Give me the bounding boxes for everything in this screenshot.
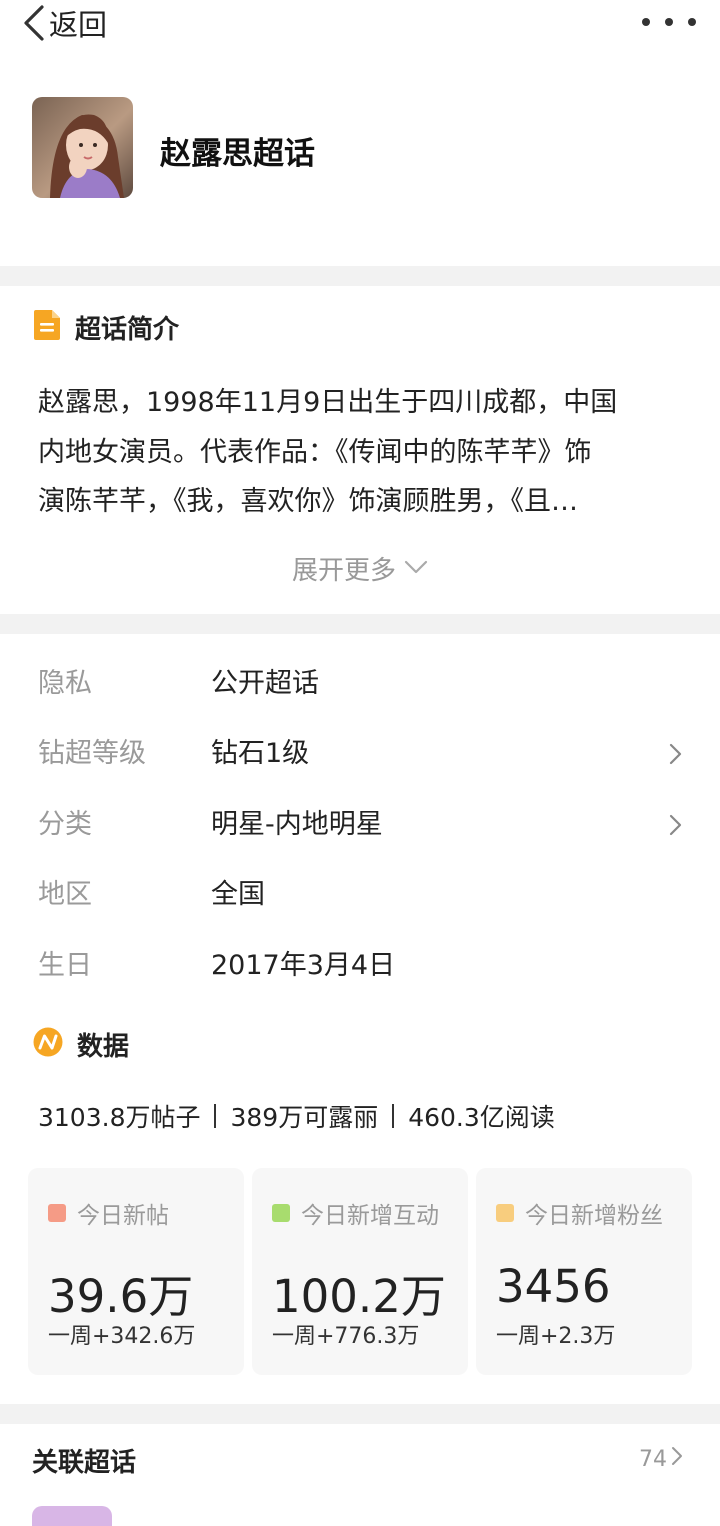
chevron-left-icon bbox=[22, 5, 46, 41]
stat-card-value: 39.6万 bbox=[48, 1270, 194, 1323]
more-horizontal-icon[interactable] bbox=[642, 8, 696, 36]
chevron-right-icon bbox=[668, 743, 682, 769]
stat-card-new-posts: 今日新帖 39.6万 一周+342.6万 bbox=[28, 1168, 244, 1375]
stat-card-week: 一周+2.3万 bbox=[496, 1324, 616, 1349]
topic-avatar[interactable] bbox=[32, 97, 133, 198]
intro-line: 演陈芊芊，《我，喜欢你》饰演顾胜男，《且… bbox=[38, 486, 578, 517]
info-value: 全国 bbox=[211, 879, 265, 910]
stat-card-header: 今日新增粉丝 bbox=[496, 1196, 663, 1230]
expand-more-label: 展开更多 bbox=[291, 556, 396, 586]
chevron-right-icon bbox=[667, 1446, 683, 1472]
section-divider bbox=[0, 1404, 720, 1424]
stat-card-label: 今日新帖 bbox=[77, 1203, 169, 1229]
related-topics-count: 74 bbox=[639, 1446, 667, 1472]
intro-line: 内地女演员。代表作品：《传闻中的陈芊芊》饰 bbox=[38, 436, 592, 468]
stats-title: 数据 bbox=[77, 1031, 130, 1062]
info-value: 公开超话 bbox=[211, 668, 319, 699]
back-button[interactable]: 返回 bbox=[22, 4, 107, 42]
intro-header: 超话简介 bbox=[33, 309, 179, 345]
stat-card-label: 今日新增互动 bbox=[301, 1203, 439, 1229]
intro-text: 赵露思，1998年11月9日出生于四川成都，中国 内地女演员。代表作品：《传闻中… bbox=[38, 378, 678, 527]
data-trend-icon bbox=[33, 1027, 63, 1061]
info-row-privacy: 隐私 公开超话 bbox=[0, 659, 720, 709]
related-topics-title: 关联超话 bbox=[32, 1448, 137, 1478]
related-topics-more[interactable]: 74 bbox=[639, 1446, 683, 1472]
color-square-icon bbox=[48, 1204, 66, 1222]
stat-card-header: 今日新增互动 bbox=[272, 1196, 439, 1230]
topic-title: 赵露思超话 bbox=[160, 136, 315, 172]
stat-card-header: 今日新帖 bbox=[48, 1196, 169, 1230]
chevron-down-icon bbox=[396, 559, 428, 578]
summary-separator bbox=[214, 1104, 217, 1128]
stat-card-value: 100.2万 bbox=[272, 1270, 446, 1323]
info-row-category[interactable]: 分类 明星-内地明星 bbox=[0, 800, 720, 850]
summary-separator bbox=[392, 1104, 395, 1128]
info-label: 地区 bbox=[38, 879, 92, 910]
info-label: 钻超等级 bbox=[38, 738, 146, 769]
stat-card-new-fans: 今日新增粉丝 3456 一周+2.3万 bbox=[476, 1168, 692, 1375]
color-square-icon bbox=[496, 1204, 514, 1222]
stats-header: 数据 bbox=[33, 1026, 129, 1062]
info-row-birthday: 生日 2017年3月4日 bbox=[0, 941, 720, 991]
info-row-region: 地区 全国 bbox=[0, 870, 720, 920]
posts-count: 3103.8万帖子 bbox=[38, 1103, 201, 1132]
document-icon bbox=[33, 309, 61, 345]
color-square-icon bbox=[272, 1204, 290, 1222]
info-value: 钻石1级 bbox=[211, 738, 310, 769]
section-divider bbox=[0, 266, 720, 286]
stat-card-week: 一周+776.3万 bbox=[272, 1324, 420, 1349]
stat-card-week: 一周+342.6万 bbox=[48, 1324, 196, 1349]
top-bar: 返回 bbox=[0, 0, 720, 50]
related-topic-thumbnail[interactable] bbox=[32, 1506, 112, 1526]
info-value: 明星-内地明星 bbox=[211, 809, 383, 840]
expand-more-button[interactable]: 展开更多 bbox=[0, 550, 720, 587]
info-label: 生日 bbox=[38, 950, 92, 981]
intro-line: 赵露思，1998年11月9日出生于四川成都，中国 bbox=[38, 387, 618, 418]
intro-title: 超话简介 bbox=[75, 314, 180, 345]
section-divider bbox=[0, 614, 720, 634]
reads-count: 460.3亿阅读 bbox=[408, 1103, 555, 1132]
info-label: 隐私 bbox=[38, 668, 92, 699]
stats-summary: 3103.8万帖子 389万可露丽 460.3亿阅读 bbox=[38, 1098, 555, 1134]
stat-card-new-interactions: 今日新增互动 100.2万 一周+776.3万 bbox=[252, 1168, 468, 1375]
fans-count: 389万可露丽 bbox=[230, 1103, 379, 1132]
stat-card-value: 3456 bbox=[496, 1260, 611, 1313]
info-value: 2017年3月4日 bbox=[211, 950, 396, 981]
stat-card-label: 今日新增粉丝 bbox=[525, 1203, 663, 1229]
chevron-right-icon bbox=[668, 814, 682, 840]
back-label: 返回 bbox=[49, 8, 108, 42]
info-row-level[interactable]: 钻超等级 钻石1级 bbox=[0, 729, 720, 779]
info-label: 分类 bbox=[38, 809, 92, 840]
